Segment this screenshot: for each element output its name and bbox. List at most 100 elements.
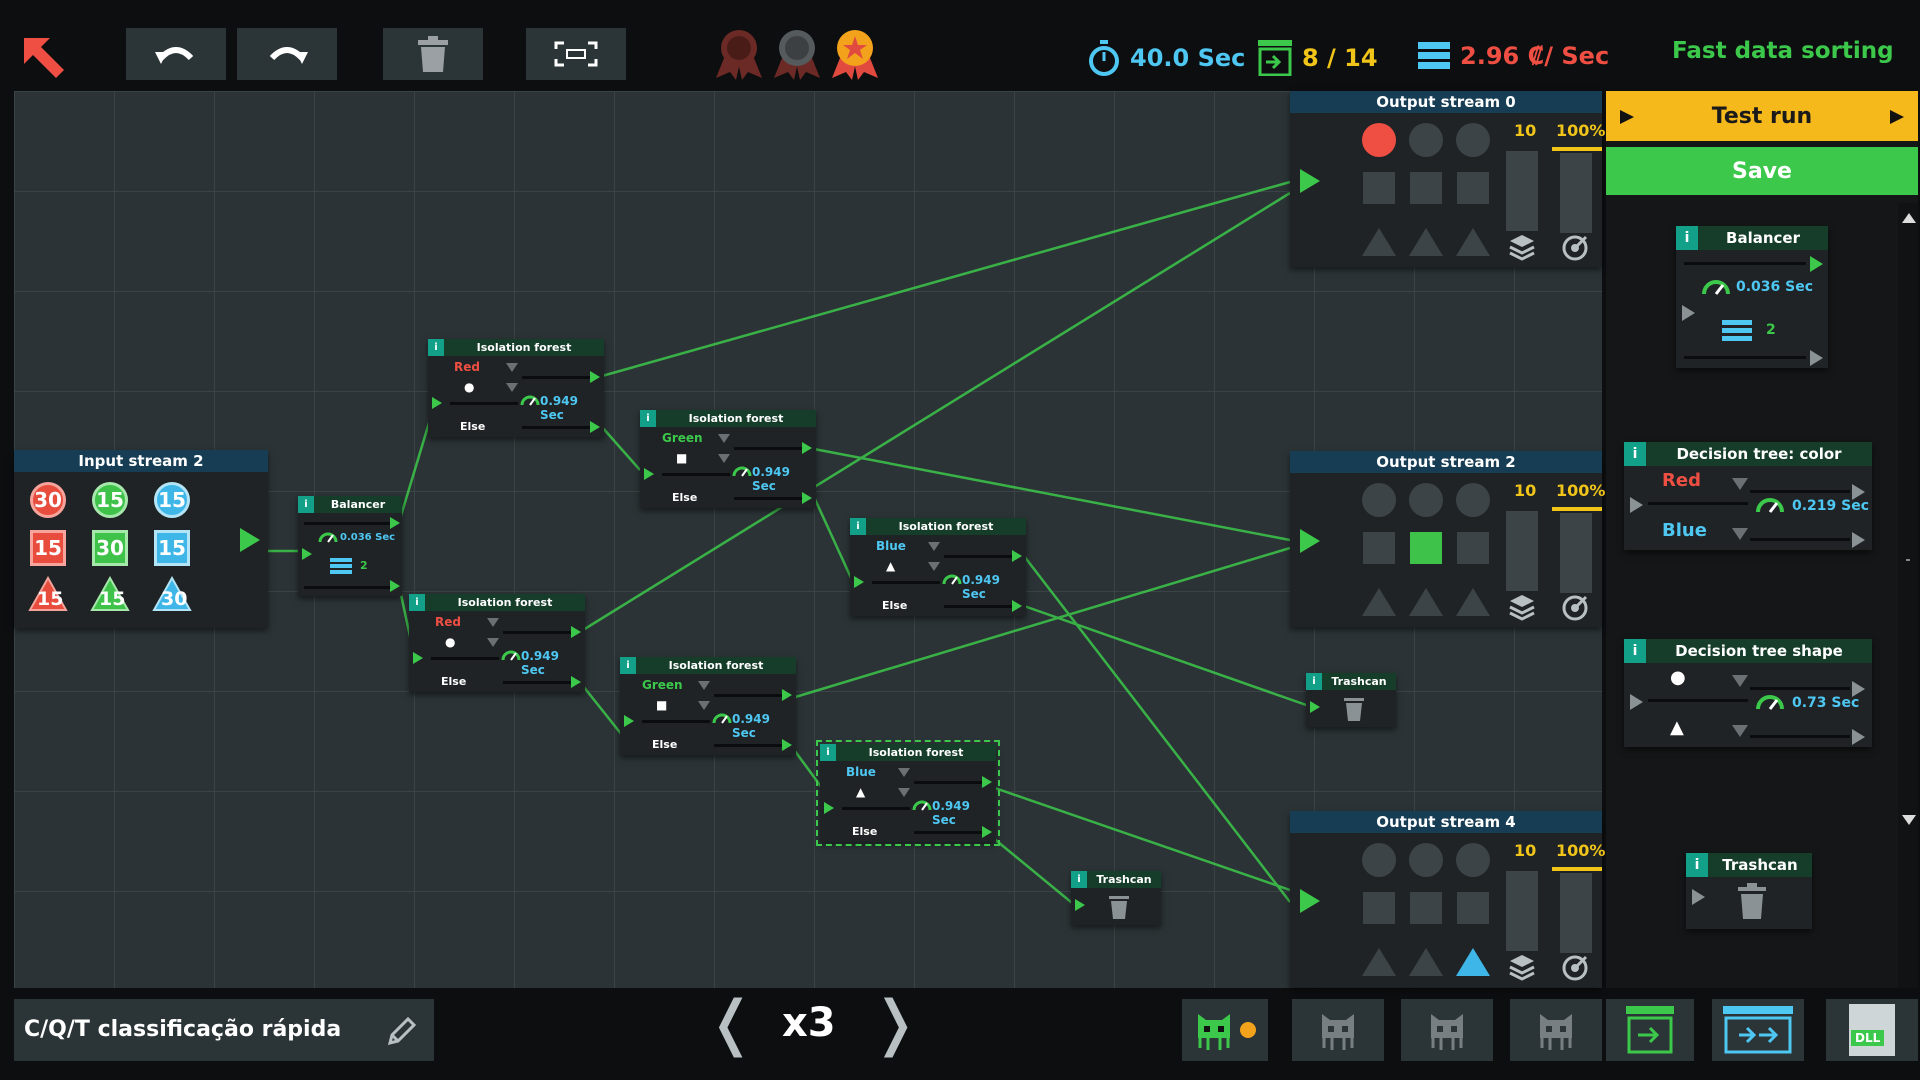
- dropdown-icon[interactable]: [718, 454, 730, 463]
- output-port[interactable]: [571, 626, 581, 638]
- delete-button[interactable]: [383, 28, 483, 80]
- speed-prev-button[interactable]: ❬: [706, 988, 756, 1058]
- tab-dll[interactable]: DLL: [1826, 999, 1918, 1061]
- palette-decision-tree-shape[interactable]: i Decision tree shape ● 0.73 Sec ▲: [1624, 639, 1872, 747]
- input-port[interactable]: [824, 802, 834, 814]
- balancer-node[interactable]: i Balancer 0.036 Sec 2: [298, 496, 402, 596]
- test-run-button[interactable]: Test run: [1606, 91, 1918, 141]
- slot-triangle: [1362, 228, 1396, 256]
- isolation-forest-node[interactable]: i Isolation forest Blue ▲ 0.949 Sec Else: [850, 518, 1026, 616]
- input-port[interactable]: [1682, 305, 1695, 321]
- input-port[interactable]: [1300, 889, 1320, 913]
- speed-gauge-icon: [318, 532, 338, 543]
- palette-balancer[interactable]: i Balancer 0.036 Sec 2: [1676, 226, 1828, 368]
- output-port[interactable]: [1012, 550, 1022, 562]
- scroll-up-icon[interactable]: [1902, 213, 1916, 223]
- output-port[interactable]: [782, 739, 792, 751]
- dropdown-icon[interactable]: [1732, 478, 1748, 490]
- dropdown-icon[interactable]: [698, 681, 710, 690]
- dropdown-icon[interactable]: [898, 768, 910, 777]
- scroll-down-icon[interactable]: [1902, 815, 1916, 825]
- output-port[interactable]: [982, 826, 992, 838]
- input-port[interactable]: [432, 397, 442, 409]
- server-icon: [330, 558, 352, 574]
- input-port[interactable]: [413, 652, 423, 664]
- output-port[interactable]: [571, 676, 581, 688]
- scroll-thumb[interactable]: [1906, 559, 1910, 561]
- output-stream-0[interactable]: Output stream 0 10 100%: [1290, 91, 1605, 267]
- isolation-forest-node[interactable]: i Isolation forest Red ● 0.949 Sec Else: [409, 594, 585, 692]
- slot-circle: [1456, 123, 1490, 157]
- palette-trashcan[interactable]: i Trashcan: [1686, 853, 1812, 929]
- input-port[interactable]: [1300, 169, 1320, 193]
- input-port[interactable]: [1630, 694, 1643, 710]
- output-port[interactable]: [982, 776, 992, 788]
- input-port[interactable]: [624, 715, 634, 727]
- play-icon: [1890, 110, 1904, 124]
- tab-import[interactable]: [1606, 999, 1694, 1061]
- speed-next-button[interactable]: ❭: [870, 988, 920, 1058]
- dropdown-icon[interactable]: [928, 542, 940, 551]
- dropdown-icon[interactable]: [898, 788, 910, 797]
- input-port[interactable]: [644, 468, 654, 480]
- pencil-icon[interactable]: [386, 1015, 418, 1047]
- dropdown-icon[interactable]: [506, 383, 518, 392]
- input-port[interactable]: [1630, 497, 1643, 513]
- dropdown-icon[interactable]: [718, 434, 730, 443]
- fit-view-button[interactable]: [526, 28, 626, 80]
- input-port[interactable]: [1300, 529, 1320, 553]
- percent-gauge: [1560, 513, 1592, 593]
- project-name-bar[interactable]: C/Q/T classificação rápida: [14, 999, 434, 1061]
- save-button[interactable]: Save: [1606, 147, 1918, 195]
- dropdown-icon[interactable]: [1732, 675, 1748, 687]
- dropdown-icon[interactable]: [487, 638, 499, 647]
- isolation-forest-node[interactable]: i Isolation forest Green ■ 0.949 Sec Else: [620, 657, 796, 755]
- trashcan-node[interactable]: i Trashcan: [1306, 673, 1396, 727]
- input-port[interactable]: [302, 548, 312, 560]
- robot-slot[interactable]: [1510, 999, 1602, 1061]
- dropdown-icon[interactable]: [1732, 528, 1748, 540]
- panel-scrollbar[interactable]: [1898, 203, 1918, 988]
- output-port[interactable]: [1810, 256, 1823, 272]
- input-port[interactable]: [1075, 899, 1085, 911]
- output-port[interactable]: [590, 371, 600, 383]
- output-port[interactable]: [782, 689, 792, 701]
- balancer-count: 2: [360, 559, 368, 572]
- output-port[interactable]: [1852, 532, 1865, 548]
- output-port[interactable]: [1012, 600, 1022, 612]
- input-port[interactable]: [1692, 889, 1705, 905]
- dropdown-icon[interactable]: [698, 701, 710, 710]
- dropdown-icon[interactable]: [506, 363, 518, 372]
- dropdown-icon[interactable]: [1732, 725, 1748, 737]
- input-port[interactable]: [854, 576, 864, 588]
- output-stream-2[interactable]: Output stream 2 10 100%: [1290, 451, 1605, 627]
- robot-slot-active[interactable]: [1182, 999, 1268, 1061]
- tab-export[interactable]: [1712, 999, 1804, 1061]
- output-port[interactable]: [1810, 350, 1823, 366]
- output-port[interactable]: [390, 517, 400, 529]
- redo-button[interactable]: [237, 28, 337, 80]
- output-port[interactable]: [802, 492, 812, 504]
- dropdown-icon[interactable]: [928, 562, 940, 571]
- input-output-port[interactable]: [240, 528, 260, 552]
- isolation-forest-node[interactable]: i Isolation forest Green ■ 0.949 Sec Else: [640, 410, 816, 508]
- input-stream-node[interactable]: Input stream 2 30 15 15 15 30 15 15 15 3…: [14, 450, 268, 628]
- server-icon: [1722, 320, 1752, 341]
- undo-button[interactable]: [126, 28, 226, 80]
- dropdown-icon[interactable]: [487, 618, 499, 627]
- isolation-forest-node[interactable]: i Isolation forest Red ● 0.949 Sec Else: [428, 339, 604, 437]
- input-port[interactable]: [1310, 701, 1320, 713]
- isolation-forest-node-selected[interactable]: i Isolation forest Blue ▲ 0.949 Sec Else: [816, 740, 1000, 846]
- output-port[interactable]: [390, 580, 400, 592]
- output-port[interactable]: [802, 442, 812, 454]
- trashcan-node[interactable]: i Trashcan: [1071, 871, 1161, 925]
- slot-triangle: [1362, 948, 1396, 976]
- robot-slot[interactable]: [1292, 999, 1384, 1061]
- output-stream-4[interactable]: Output stream 4 10 100%: [1290, 811, 1605, 987]
- robot-slot[interactable]: [1401, 999, 1493, 1061]
- back-button[interactable]: [20, 34, 68, 82]
- output-port[interactable]: [1852, 729, 1865, 745]
- output-port[interactable]: [590, 421, 600, 433]
- palette-decision-tree-color[interactable]: i Decision tree: color Red 0.219 Sec Blue: [1624, 442, 1872, 550]
- speed-gauge-icon: [732, 466, 752, 477]
